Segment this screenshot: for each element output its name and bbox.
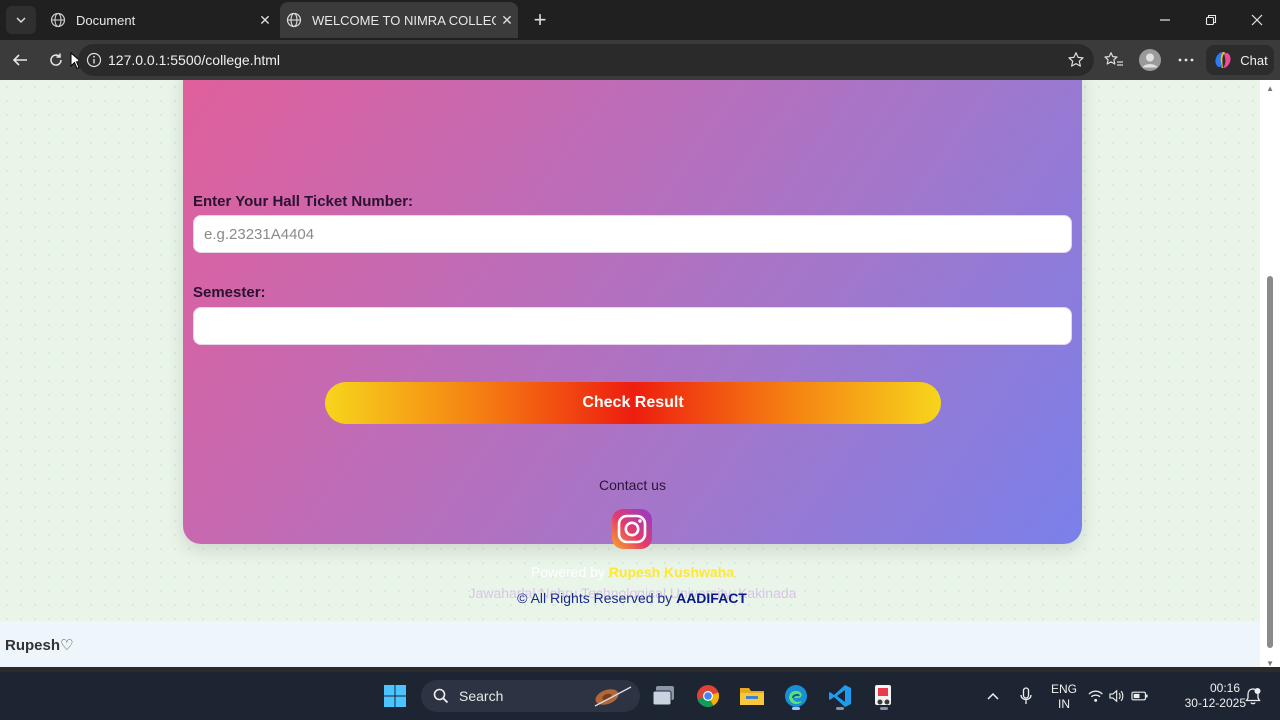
microphone-button[interactable]: [1012, 680, 1040, 712]
close-tab-icon[interactable]: ✕: [496, 12, 518, 29]
vscode-icon: [829, 685, 851, 707]
close-window-button[interactable]: [1234, 0, 1280, 40]
contact-us-label: Contact us: [599, 477, 666, 493]
minimize-icon: [1160, 19, 1170, 21]
snipping-tool-button[interactable]: [868, 680, 900, 712]
address-bar[interactable]: 127.0.0.1:5500/college.html: [78, 44, 1094, 76]
taskbar: Search ENG IN 00:16 30-12-2025: [0, 672, 1280, 720]
info-icon[interactable]: [84, 50, 104, 70]
hall-ticket-label: Enter Your Hall Ticket Number:: [193, 193, 414, 210]
restore-icon: [1205, 14, 1217, 26]
close-tab-icon[interactable]: ✕: [254, 12, 276, 29]
author-name: Rupesh Kushwaha: [608, 564, 735, 580]
open-app-indicator: [880, 707, 888, 710]
volume-icon: [1109, 689, 1124, 703]
refresh-icon: [50, 53, 62, 66]
semester-label: Semester:: [193, 284, 266, 301]
arrow-left-icon: [12, 54, 27, 66]
globe-icon: [50, 12, 66, 28]
search-label: Search: [459, 688, 504, 704]
result-form-card: Enter Your Hall Ticket Number: Semester:…: [183, 80, 1082, 601]
show-hidden-icons-button[interactable]: [978, 680, 1008, 712]
close-icon: [1251, 14, 1263, 26]
microphone-icon: [1020, 687, 1032, 704]
file-explorer-button[interactable]: [736, 680, 768, 712]
instagram-icon[interactable]: [610, 507, 654, 551]
more-menu-button[interactable]: [1172, 46, 1200, 74]
page-footer: Rupesh♡: [0, 621, 1260, 667]
signature-text: Rupesh♡: [5, 637, 74, 654]
task-view-button[interactable]: [648, 680, 680, 712]
browser-toolbar: 127.0.0.1:5500/college.html Chat: [0, 40, 1280, 80]
chevron-down-icon: [16, 17, 26, 24]
globe-icon: [286, 12, 302, 28]
copyright-brand: AADIFACT: [676, 590, 747, 606]
wifi-icon: [1088, 690, 1103, 702]
favorites-icon: [1104, 52, 1123, 66]
network-sound-battery-button[interactable]: [1088, 680, 1148, 712]
edge-icon: [785, 685, 807, 707]
copilot-icon: [1215, 52, 1231, 68]
chrome-app-button[interactable]: [692, 680, 724, 712]
semester-input[interactable]: [194, 308, 1071, 344]
hall-ticket-input-wrapper: [193, 215, 1072, 253]
battery-icon: [1131, 691, 1148, 701]
vertical-scrollbar[interactable]: ▲ ▼: [1260, 80, 1280, 672]
tab-title: WELCOME TO NIMRA COLLEGE OF: [312, 12, 496, 28]
windows-logo-icon: [384, 685, 406, 707]
scroll-up-icon[interactable]: ▲: [1266, 84, 1274, 93]
scrollbar-thumb[interactable]: [1267, 276, 1273, 648]
tab-actions-menu-button[interactable]: [6, 6, 36, 34]
clock-time: 00:16: [1209, 681, 1240, 695]
more-icon: [1178, 58, 1194, 62]
notification-bell-icon: [1245, 688, 1261, 705]
profile-button[interactable]: [1136, 46, 1164, 74]
start-button[interactable]: [379, 680, 411, 712]
task-view-icon: [652, 686, 674, 706]
language-secondary: IN: [1058, 697, 1070, 711]
open-app-indicator: [836, 707, 844, 710]
refresh-button[interactable]: [42, 46, 70, 74]
tab-document[interactable]: Document ✕: [44, 2, 276, 38]
favorite-star-icon[interactable]: [1064, 48, 1088, 72]
copyright-prefix: © All Rights Reserved by: [517, 590, 677, 606]
check-result-button[interactable]: Check Result: [325, 382, 941, 424]
page-viewport: Enter Your Hall Ticket Number: Semester:…: [0, 80, 1280, 672]
restore-button[interactable]: [1188, 0, 1234, 40]
clock[interactable]: 00:16 30-12-2025: [1166, 681, 1246, 711]
back-button[interactable]: [6, 46, 34, 74]
tab-title: Document: [76, 12, 136, 28]
violin-search-highlight-icon: [594, 686, 632, 707]
language-primary: ENG: [1050, 682, 1077, 696]
snipping-tool-icon: [875, 685, 891, 705]
url-text[interactable]: 127.0.0.1:5500/college.html: [108, 52, 280, 68]
favorites-button[interactable]: [1100, 46, 1128, 74]
tab-college[interactable]: WELCOME TO NIMRA COLLEGE OF ✕: [280, 2, 518, 38]
search-icon: [433, 688, 449, 704]
taskbar-search[interactable]: Search: [421, 680, 640, 712]
semester-input-wrapper: [193, 307, 1072, 345]
new-tab-button[interactable]: +: [528, 6, 552, 34]
edge-app-button[interactable]: [780, 680, 812, 712]
powered-by-text: Powered by Rupesh Kushwaha: [183, 564, 1082, 580]
hall-ticket-input[interactable]: [194, 216, 1071, 252]
copyright-text: © All Rights Reserved by AADIFACT: [0, 590, 1264, 606]
tab-strip: Document ✕ WELCOME TO NIMRA COLLEGE OF ✕…: [0, 0, 1280, 40]
chrome-icon: [697, 685, 720, 708]
active-app-indicator: [792, 707, 800, 710]
notifications-button[interactable]: [1240, 680, 1266, 712]
minimize-button[interactable]: [1142, 0, 1188, 40]
clock-date: 30-12-2025: [1184, 696, 1246, 710]
profile-avatar-icon: [1139, 49, 1161, 71]
copilot-chat-button[interactable]: Chat: [1206, 45, 1274, 75]
vscode-app-button[interactable]: [824, 680, 856, 712]
chevron-up-icon: [987, 692, 999, 700]
powered-prefix: Powered by: [530, 564, 609, 580]
folder-icon: [740, 688, 764, 705]
chat-label: Chat: [1240, 52, 1268, 68]
input-language-indicator[interactable]: ENG IN: [1046, 682, 1082, 712]
